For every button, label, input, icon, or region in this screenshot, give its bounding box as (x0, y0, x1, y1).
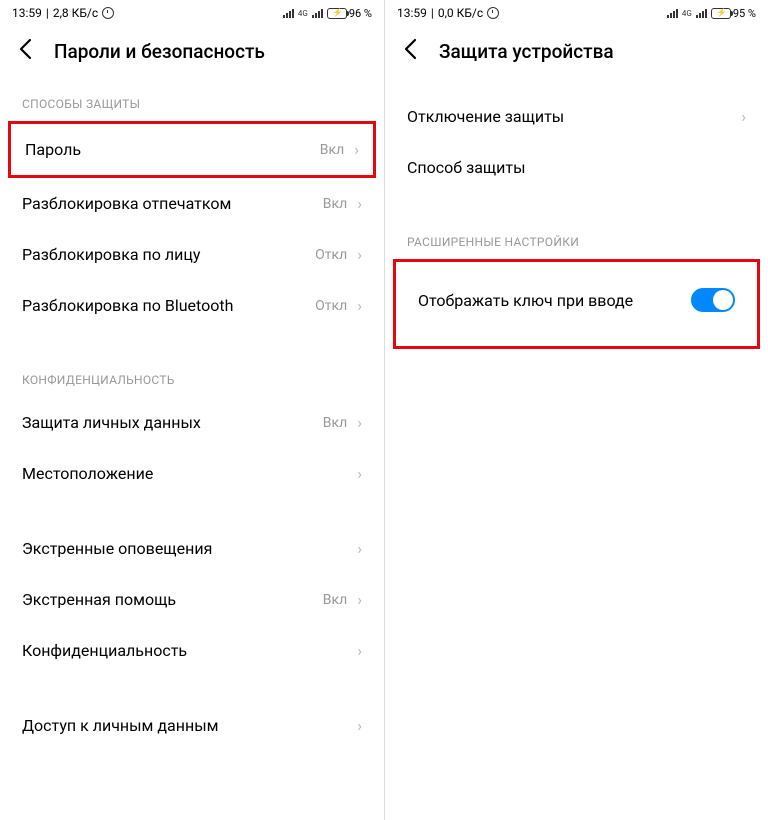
chevron-right-icon: › (357, 716, 362, 735)
item-value: Вкл (323, 196, 347, 212)
chevron-right-icon: › (354, 140, 359, 159)
signal-icon-2 (312, 9, 323, 18)
network-label: 4G (682, 9, 692, 18)
item-location[interactable]: Местоположение › (0, 448, 384, 499)
item-label: Пароль (25, 140, 81, 159)
item-emergency-alerts[interactable]: Экстренные оповещения › (0, 523, 384, 574)
item-label: Экстренные оповещения (22, 539, 212, 558)
item-label: Разблокировка по лицу (22, 245, 200, 264)
chevron-right-icon: › (357, 590, 362, 609)
item-label: Местоположение (22, 464, 153, 483)
item-fingerprint[interactable]: Разблокировка отпечатком Вкл › (0, 178, 384, 229)
battery-icon (327, 8, 347, 19)
item-protection-method[interactable]: Способ защиты (385, 142, 768, 193)
page-title: Защита устройства (439, 40, 614, 63)
item-confidentiality[interactable]: Конфиденциальность › (0, 625, 384, 676)
item-value: Откл (315, 247, 347, 263)
item-label: Экстренная помощь (22, 590, 176, 609)
item-password[interactable]: Пароль Вкл › (8, 121, 376, 178)
status-divider: | (46, 6, 49, 20)
item-label: Разблокировка по Bluetooth (22, 296, 233, 315)
section-header-protection: СПОСОБЫ ЗАЩИТЫ (0, 79, 384, 121)
status-left: 13:59 | 0,0 КБ/с (397, 6, 499, 20)
status-time: 13:59 (12, 6, 42, 20)
status-divider: | (431, 6, 434, 20)
phone-right: 13:59 | 0,0 КБ/с 4G 95 % Защита устройст… (384, 0, 768, 820)
chevron-right-icon: › (357, 464, 362, 483)
item-face-unlock[interactable]: Разблокировка по лицу Откл › (0, 229, 384, 280)
item-value: Вкл (323, 415, 347, 431)
item-label: Отключение защиты (407, 107, 564, 126)
status-left: 13:59 | 2,8 КБ/с (12, 6, 114, 20)
battery-indicator: 95 % (711, 7, 756, 20)
item-bluetooth-unlock[interactable]: Разблокировка по Bluetooth Откл › (0, 280, 384, 331)
item-value: Откл (315, 298, 347, 314)
network-label: 4G (298, 9, 308, 18)
chevron-right-icon: › (741, 107, 746, 126)
chevron-right-icon: › (357, 641, 362, 660)
battery-pct: 95 % (733, 7, 756, 20)
signal-icon (283, 9, 294, 18)
item-label: Способ защиты (407, 158, 526, 177)
chevron-right-icon: › (357, 539, 362, 558)
back-button[interactable] (403, 38, 417, 65)
status-time: 13:59 (397, 6, 427, 20)
item-value: Вкл (320, 142, 344, 158)
item-label: Доступ к личным данным (22, 716, 218, 735)
status-right: 4G 96 % (283, 7, 372, 20)
phone-left: 13:59 | 2,8 КБ/с 4G 96 % Пароли и безопа… (0, 0, 384, 820)
item-value: Вкл (323, 592, 347, 608)
page-title: Пароли и безопасность (54, 40, 265, 63)
item-personal-data-access[interactable]: Доступ к личным данным › (0, 700, 384, 751)
battery-indicator: 96 % (327, 7, 372, 20)
alarm-icon (487, 7, 499, 19)
section-header-privacy: КОНФИДЕНЦИАЛЬНОСТЬ (0, 355, 384, 397)
item-personal-data-protection[interactable]: Защита личных данных Вкл › (0, 397, 384, 448)
back-button[interactable] (18, 38, 32, 65)
item-emergency-help[interactable]: Экстренная помощь Вкл › (0, 574, 384, 625)
item-label: Отображать ключ при вводе (418, 291, 633, 310)
chevron-right-icon: › (357, 296, 362, 315)
status-bar: 13:59 | 0,0 КБ/с 4G 95 % (385, 0, 768, 24)
section-header-advanced: РАСШИРЕННЫЕ НАСТРОЙКИ (385, 217, 768, 259)
status-speed: 2,8 КБ/с (53, 6, 98, 20)
battery-icon (711, 8, 731, 19)
chevron-right-icon: › (357, 194, 362, 213)
item-disable-protection[interactable]: Отключение защиты › (385, 91, 768, 142)
item-label: Конфиденциальность (22, 641, 187, 660)
item-label: Разблокировка отпечатком (22, 194, 231, 213)
item-show-key-on-input[interactable]: Отображать ключ при вводе (396, 262, 757, 346)
signal-icon-2 (696, 9, 707, 18)
status-speed: 0,0 КБ/с (438, 6, 483, 20)
toggle-show-key[interactable] (691, 288, 735, 312)
chevron-right-icon: › (357, 245, 362, 264)
chevron-right-icon: › (357, 413, 362, 432)
status-bar: 13:59 | 2,8 КБ/с 4G 96 % (0, 0, 384, 24)
page-header: Защита устройства (385, 24, 768, 79)
status-right: 4G 95 % (667, 7, 756, 20)
item-label: Защита личных данных (22, 413, 201, 432)
highlight-show-key: Отображать ключ при вводе (393, 259, 760, 349)
alarm-icon (102, 7, 114, 19)
signal-icon (667, 9, 678, 18)
page-header: Пароли и безопасность (0, 24, 384, 79)
battery-pct: 96 % (349, 7, 372, 20)
